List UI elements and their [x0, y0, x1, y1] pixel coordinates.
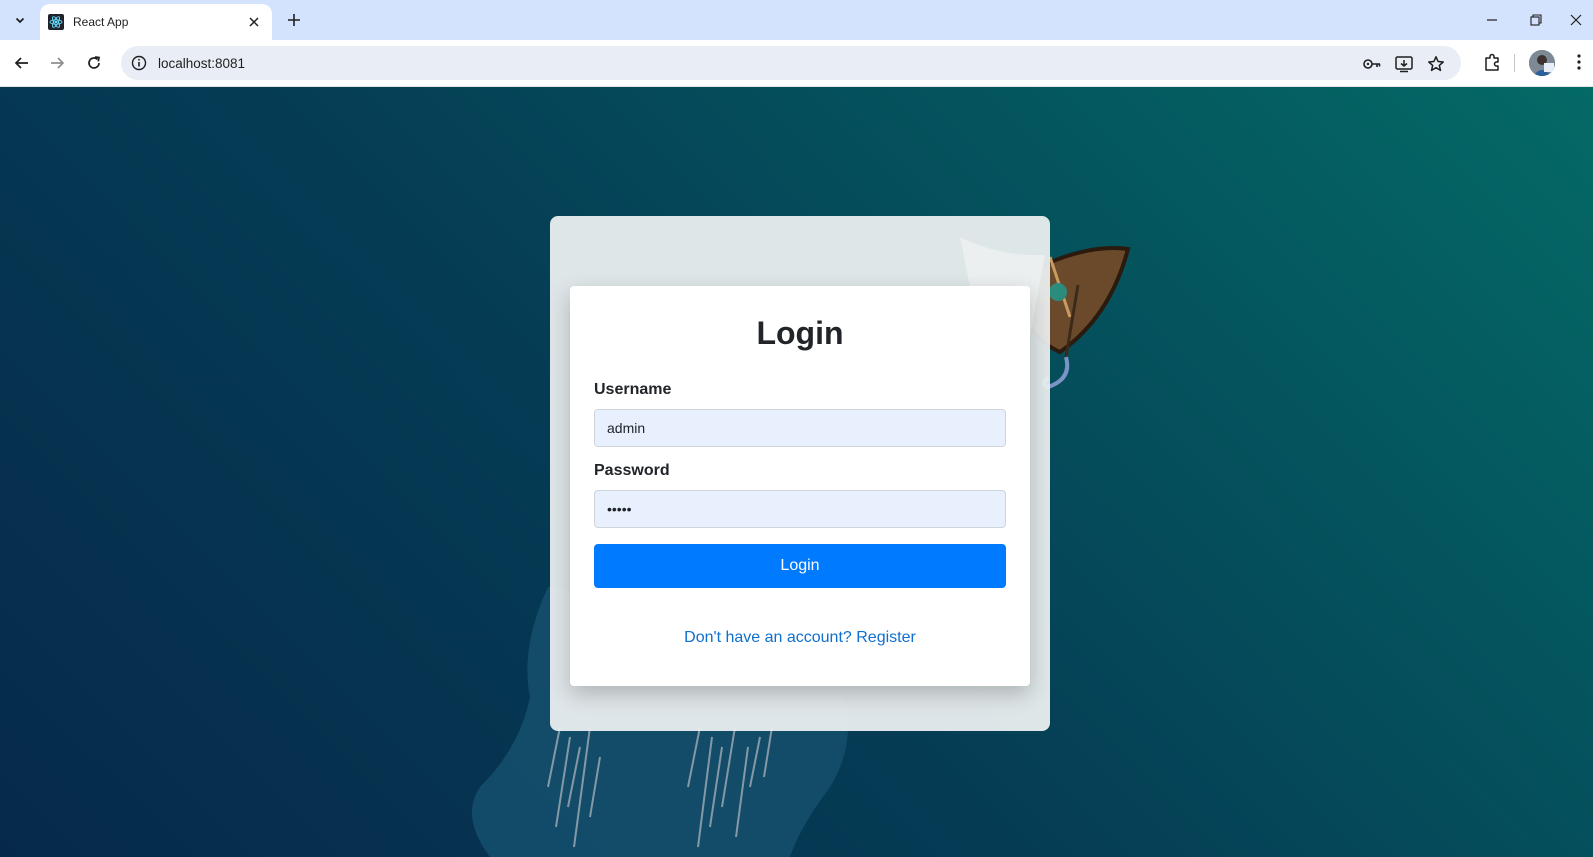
register-link[interactable]: Don't have an account? Register — [594, 629, 1006, 647]
restore-button[interactable] — [1522, 6, 1550, 34]
browser-toolbar: localhost:8081 — [0, 40, 1593, 87]
puzzle-icon[interactable] — [1479, 49, 1505, 75]
username-input[interactable] — [594, 409, 1006, 447]
url-text[interactable]: localhost:8081 — [158, 56, 245, 71]
password-input[interactable] — [594, 490, 1006, 528]
reload-button[interactable] — [79, 48, 109, 78]
close-icon — [1570, 14, 1582, 26]
close-icon — [249, 17, 259, 27]
back-button[interactable] — [7, 48, 37, 78]
install-icon[interactable] — [1393, 53, 1415, 75]
chevron-down-icon — [15, 17, 25, 24]
avatar-icon[interactable] — [1529, 50, 1555, 76]
toolbar-divider — [1514, 54, 1515, 72]
tab-title: React App — [73, 15, 129, 29]
key-icon[interactable] — [1361, 53, 1383, 75]
plus-icon — [288, 14, 300, 26]
login-card: Login Username Password Login Don't have… — [570, 286, 1030, 686]
info-icon[interactable] — [129, 53, 149, 73]
kebab-menu-icon[interactable] — [1566, 49, 1592, 75]
react-logo-icon — [48, 14, 64, 30]
forward-button[interactable] — [42, 48, 72, 78]
minimize-icon — [1487, 19, 1497, 21]
reload-icon — [88, 56, 100, 69]
back-arrow-icon — [14, 57, 28, 69]
tab-strip: React App — [0, 0, 1593, 40]
username-label: Username — [594, 381, 672, 398]
tab-search-button[interactable] — [8, 8, 32, 32]
restore-icon — [1530, 14, 1542, 26]
address-bar[interactable]: localhost:8081 — [121, 46, 1461, 80]
tab-close-button[interactable] — [244, 12, 264, 32]
new-tab-button[interactable] — [282, 8, 306, 32]
browser-tab[interactable]: React App — [40, 4, 272, 40]
star-icon[interactable] — [1425, 53, 1447, 75]
window-close-button[interactable] — [1562, 6, 1590, 34]
forward-arrow-icon — [51, 57, 65, 69]
login-button[interactable]: Login — [594, 544, 1006, 588]
password-label: Password — [594, 462, 670, 479]
minimize-button[interactable] — [1478, 6, 1506, 34]
page-title: Login — [756, 315, 844, 351]
page-viewport: Login Username Password Login Don't have… — [0, 87, 1593, 857]
